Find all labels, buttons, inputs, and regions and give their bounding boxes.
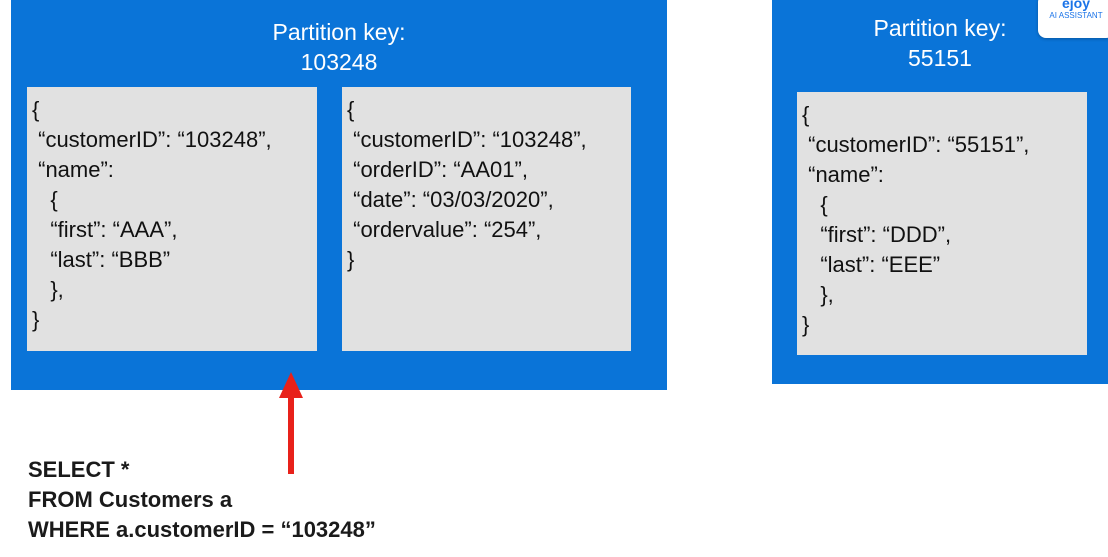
json-document-customer: { “customerID”: “103248”, “name”: { “fir… — [27, 87, 317, 351]
json-line: { — [32, 97, 40, 122]
json-line: }, — [32, 277, 64, 302]
json-line: “last”: “EEE” — [802, 252, 941, 277]
json-line: “customerID”: “103248”, — [347, 127, 587, 152]
json-line: { — [802, 192, 828, 217]
ejoy-logo: ejoy — [1061, 0, 1090, 11]
json-line: { — [32, 187, 58, 212]
json-line: “last”: “BBB” — [32, 247, 171, 272]
json-line: “first”: “AAA”, — [32, 217, 178, 242]
json-line: “orderID”: “AA01”, — [347, 157, 528, 182]
json-line: “customerID”: “55151”, — [802, 132, 1030, 157]
json-line: } — [347, 247, 355, 272]
json-line: } — [32, 307, 40, 332]
json-document-customer: { “customerID”: “55151”, “name”: { “firs… — [797, 92, 1087, 355]
ejoy-assistant-badge[interactable]: ejoy AI ASSISTANT — [1038, 0, 1108, 38]
partition-box-103248: Partition key: 103248 { “customerID”: “1… — [11, 0, 667, 390]
json-line: “date”: “03/03/2020”, — [347, 187, 554, 212]
ejoy-subtitle: AI ASSISTANT — [1049, 11, 1103, 20]
json-line: “name”: — [32, 157, 114, 182]
json-line: } — [802, 312, 810, 337]
json-line: { — [347, 97, 355, 122]
json-line: “name”: — [802, 162, 884, 187]
json-line: “customerID”: “103248”, — [32, 127, 272, 152]
partition-box-55151: Partition key: 55151 { “customerID”: “55… — [772, 0, 1108, 384]
partition-key-value: 55151 — [908, 45, 972, 71]
json-line: “ordervalue”: “254”, — [347, 217, 542, 242]
partition-key-title: Partition key: 103248 — [11, 17, 667, 77]
query-line: SELECT * — [28, 457, 130, 482]
json-line: { — [802, 102, 810, 127]
partition-key-label: Partition key: — [272, 19, 406, 45]
json-line: “first”: “DDD”, — [802, 222, 952, 247]
arrow-head — [279, 372, 303, 398]
partition-key-value: 103248 — [300, 49, 378, 75]
query-line: FROM Customers a — [28, 487, 233, 512]
query-line: WHERE a.customerID = “103248” — [28, 517, 376, 542]
json-document-order: { “customerID”: “103248”, “orderID”: “AA… — [342, 87, 631, 351]
sql-query: SELECT * FROM Customers a WHERE a.custom… — [28, 455, 376, 545]
json-line: }, — [802, 282, 834, 307]
